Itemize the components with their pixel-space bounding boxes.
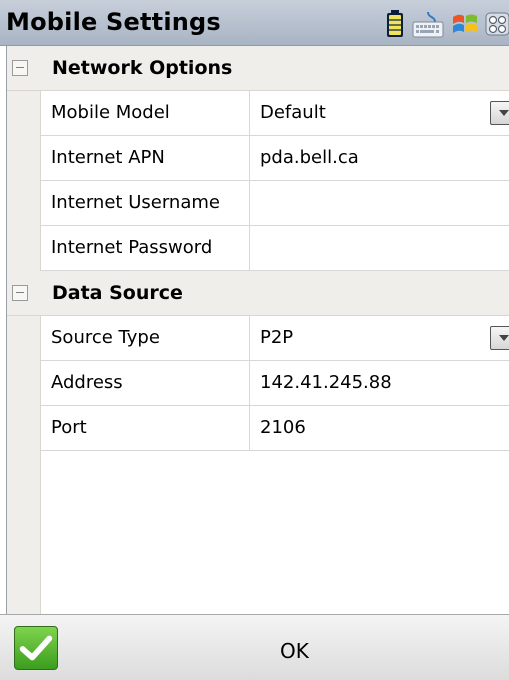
section-network-options[interactable]: Network Options — [7, 46, 509, 91]
property-name: Address — [51, 372, 123, 393]
settings-property-grid: Network Options Mobile Model Default Int… — [6, 46, 509, 614]
property-name-cell: Address — [41, 361, 250, 406]
section-label: Data Source — [52, 282, 183, 304]
property-value[interactable]: pda.bell.ca — [260, 147, 359, 168]
property-name-cell: Internet Password — [41, 226, 250, 271]
footer-bar: OK — [0, 614, 509, 680]
property-value[interactable]: 142.41.245.88 — [260, 372, 392, 393]
property-name-cell: Port — [41, 406, 250, 451]
property-row-internet-username: Internet Username — [7, 181, 509, 226]
section-label: Network Options — [52, 57, 233, 79]
property-name: Mobile Model — [51, 102, 170, 123]
property-value[interactable]: P2P — [260, 327, 293, 348]
battery-icon[interactable] — [383, 9, 407, 39]
internet-apn-field[interactable]: pda.bell.ca — [250, 136, 509, 181]
app-grid-icon[interactable] — [485, 9, 509, 39]
section-data-source[interactable]: Data Source — [7, 271, 509, 316]
property-row-port: Port 2106 — [7, 406, 509, 451]
property-name-cell: Internet APN — [41, 136, 250, 181]
port-field[interactable]: 2106 — [250, 406, 509, 451]
chevron-down-icon[interactable] — [490, 101, 509, 125]
checkmark-icon[interactable] — [14, 626, 58, 670]
windows-flag-icon[interactable] — [449, 9, 481, 39]
address-field[interactable]: 142.41.245.88 — [250, 361, 509, 406]
property-name: Internet Password — [51, 237, 213, 258]
property-name: Source Type — [51, 327, 160, 348]
property-name-cell: Mobile Model — [41, 91, 250, 136]
mobile-settings-window: Mobile Settings Network Options Mobile M… — [0, 0, 509, 680]
property-row-internet-password: Internet Password — [7, 226, 509, 271]
property-row-internet-apn: Internet APN pda.bell.ca — [7, 136, 509, 181]
keyboard-icon[interactable] — [411, 9, 445, 39]
property-row-mobile-model: Mobile Model Default — [7, 91, 509, 136]
property-name: Port — [51, 417, 87, 438]
chevron-down-icon[interactable] — [490, 326, 509, 350]
property-row-source-type: Source Type P2P — [7, 316, 509, 361]
internet-password-field[interactable] — [250, 226, 509, 271]
window-title: Mobile Settings — [6, 8, 221, 36]
internet-username-field[interactable] — [250, 181, 509, 226]
property-name-cell: Source Type — [41, 316, 250, 361]
source-type-dropdown[interactable]: P2P — [250, 316, 509, 361]
title-bar: Mobile Settings — [0, 0, 509, 46]
system-tray — [379, 9, 509, 39]
property-name: Internet Username — [51, 192, 220, 213]
property-value[interactable]: 2106 — [260, 417, 306, 438]
mobile-model-dropdown[interactable]: Default — [250, 91, 509, 136]
property-name-cell: Internet Username — [41, 181, 250, 226]
property-row-address: Address 142.41.245.88 — [7, 361, 509, 406]
property-value[interactable]: Default — [260, 102, 326, 123]
property-name: Internet APN — [51, 147, 165, 168]
collapse-icon[interactable] — [12, 285, 28, 301]
collapse-icon[interactable] — [12, 60, 28, 76]
ok-button[interactable]: OK — [280, 639, 309, 663]
